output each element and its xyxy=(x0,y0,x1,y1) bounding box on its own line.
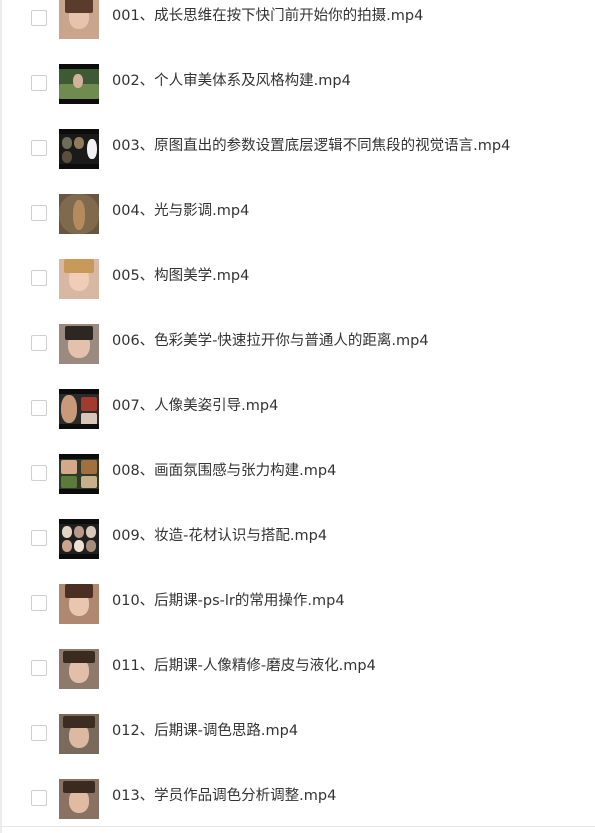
woman-portrait-video-thumbnail[interactable] xyxy=(59,0,99,39)
file-name[interactable]: 011、后期课-人像精修-磨皮与液化.mp4 xyxy=(112,656,376,676)
select-checkbox[interactable] xyxy=(31,400,47,416)
file-list-item[interactable]: 007、人像美姿引导.mp4 xyxy=(0,387,595,433)
file-list-item[interactable]: 009、妆造-花材认识与搭配.mp4 xyxy=(0,517,595,563)
file-list-item[interactable]: 011、后期课-人像精修-磨皮与液化.mp4 xyxy=(0,647,595,693)
select-checkbox[interactable] xyxy=(31,465,47,481)
file-list-item[interactable]: 001、成长思维在按下快门前开始你的拍摄.mp4 xyxy=(0,0,595,43)
select-checkbox[interactable] xyxy=(31,530,47,546)
bottom-divider xyxy=(0,826,595,827)
file-name[interactable]: 005、构图美学.mp4 xyxy=(112,266,249,286)
file-list-item[interactable]: 003、原图直出的参数设置底层逻辑不同焦段的视觉语言.mp4 xyxy=(0,127,595,173)
portrait-grid-video-thumbnail[interactable] xyxy=(59,519,99,559)
file-list-item[interactable]: 006、色彩美学-快速拉开你与普通人的距离.mp4 xyxy=(0,322,595,368)
select-checkbox[interactable] xyxy=(31,205,47,221)
select-checkbox[interactable] xyxy=(31,660,47,676)
woman-portrait-video-thumbnail[interactable] xyxy=(59,259,99,299)
file-name[interactable]: 004、光与影调.mp4 xyxy=(112,201,249,221)
forest-portrait-video-thumbnail[interactable] xyxy=(59,194,99,234)
outdoor-scene-video-thumbnail[interactable] xyxy=(59,64,99,104)
select-checkbox[interactable] xyxy=(31,75,47,91)
portrait-collage-video-thumbnail[interactable] xyxy=(59,454,99,494)
file-name[interactable]: 003、原图直出的参数设置底层逻辑不同焦段的视觉语言.mp4 xyxy=(112,136,510,156)
file-list-item[interactable]: 013、学员作品调色分析调整.mp4 xyxy=(0,777,595,823)
file-name[interactable]: 002、个人审美体系及风格构建.mp4 xyxy=(112,71,351,91)
file-list-item[interactable]: 004、光与影调.mp4 xyxy=(0,192,595,238)
file-name[interactable]: 006、色彩美学-快速拉开你与普通人的距离.mp4 xyxy=(112,331,429,351)
file-list-item[interactable]: 008、画面氛围感与张力构建.mp4 xyxy=(0,452,595,498)
woman-portrait-video-thumbnail[interactable] xyxy=(59,649,99,689)
file-name[interactable]: 008、画面氛围感与张力构建.mp4 xyxy=(112,461,336,481)
woman-portrait-video-thumbnail[interactable] xyxy=(59,779,99,819)
file-list-item[interactable]: 010、后期课-ps-lr的常用操作.mp4 xyxy=(0,582,595,628)
select-checkbox[interactable] xyxy=(31,270,47,286)
file-name[interactable]: 013、学员作品调色分析调整.mp4 xyxy=(112,786,336,806)
select-checkbox[interactable] xyxy=(31,725,47,741)
select-checkbox[interactable] xyxy=(31,790,47,806)
woman-portrait-video-thumbnail[interactable] xyxy=(59,584,99,624)
slide-collage-video-thumbnail[interactable] xyxy=(59,129,99,169)
select-checkbox[interactable] xyxy=(31,595,47,611)
select-checkbox[interactable] xyxy=(31,335,47,351)
file-name[interactable]: 007、人像美姿引导.mp4 xyxy=(112,396,278,416)
file-list-item[interactable]: 012、后期课-调色思路.mp4 xyxy=(0,712,595,758)
file-name[interactable]: 009、妆造-花材认识与搭配.mp4 xyxy=(112,526,327,546)
file-list-item[interactable]: 005、构图美学.mp4 xyxy=(0,257,595,303)
select-checkbox[interactable] xyxy=(31,140,47,156)
woman-portrait-video-thumbnail[interactable] xyxy=(59,324,99,364)
select-checkbox[interactable] xyxy=(31,10,47,26)
file-name[interactable]: 001、成长思维在按下快门前开始你的拍摄.mp4 xyxy=(112,6,423,26)
portrait-collage-video-thumbnail[interactable] xyxy=(59,389,99,429)
file-name[interactable]: 012、后期课-调色思路.mp4 xyxy=(112,721,298,741)
file-list-item[interactable]: 002、个人审美体系及风格构建.mp4 xyxy=(0,62,595,108)
woman-portrait-video-thumbnail[interactable] xyxy=(59,714,99,754)
file-name[interactable]: 010、后期课-ps-lr的常用操作.mp4 xyxy=(112,591,345,611)
